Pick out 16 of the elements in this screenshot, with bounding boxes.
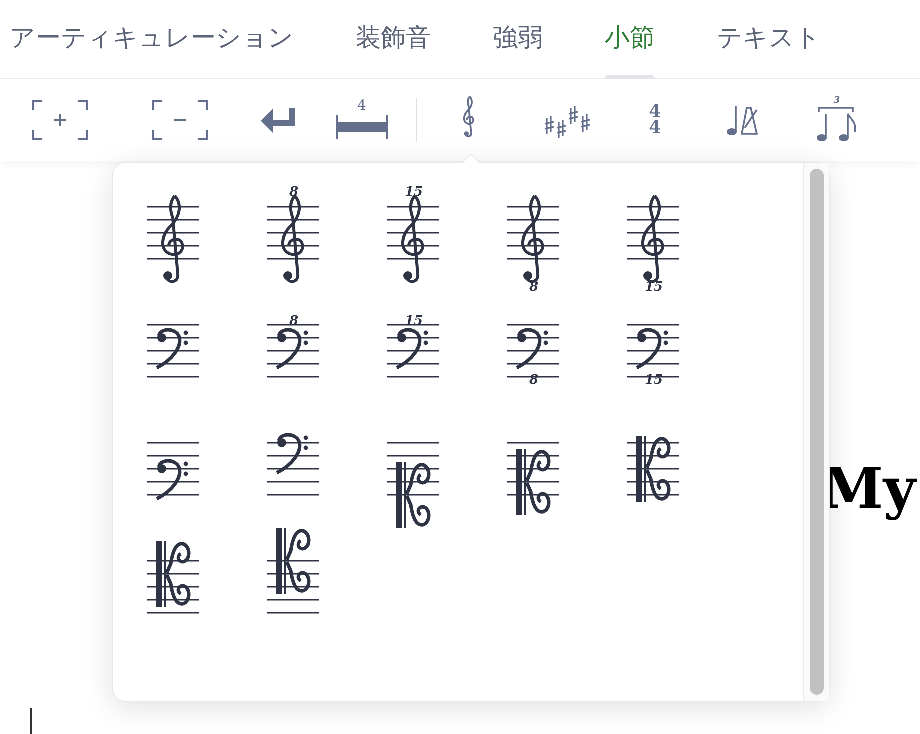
- bracket-minus-icon: [150, 98, 210, 142]
- clef-option[interactable]: 8: [233, 175, 353, 293]
- tab[interactable]: アーティキュレーション: [10, 0, 294, 78]
- tuplet-button[interactable]: 3: [787, 80, 887, 160]
- time-signature-button[interactable]: 4 4: [611, 80, 699, 160]
- tab[interactable]: 強弱: [493, 0, 543, 78]
- tab[interactable]: テキスト: [717, 0, 821, 78]
- multi-measure-rest-button[interactable]: 4: [320, 80, 404, 160]
- tab[interactable]: 小節: [605, 0, 655, 78]
- multi-rest-icon: [335, 113, 389, 141]
- bracket-plus-icon: [30, 98, 90, 142]
- tab[interactable]: 装飾音: [356, 0, 431, 78]
- clef-option[interactable]: 8: [233, 293, 353, 411]
- scrollbar-thumb[interactable]: [810, 169, 824, 695]
- clef-option[interactable]: 15: [353, 175, 473, 293]
- scrollbar[interactable]: [803, 163, 829, 701]
